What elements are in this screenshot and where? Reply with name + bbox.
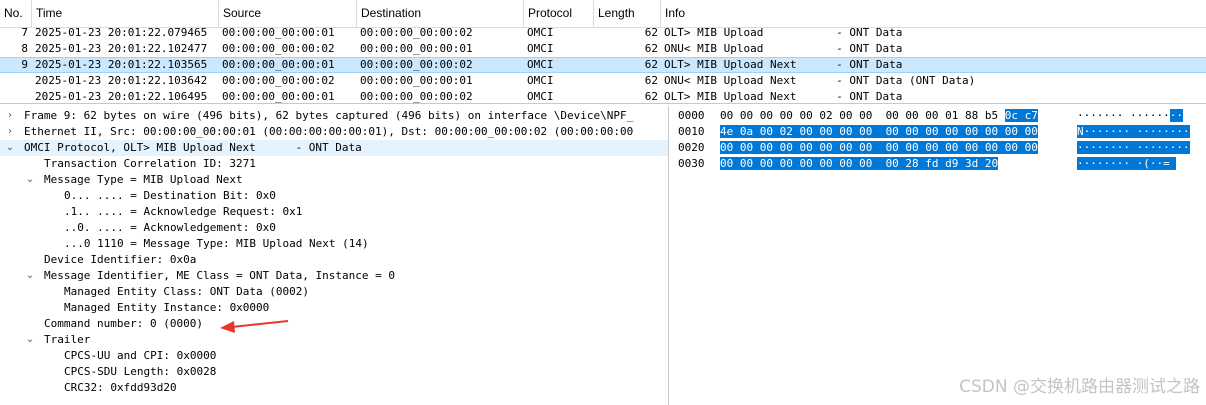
watermark: CSDN @交换机路由器测试之路 [959, 377, 1200, 397]
red-arrow-annotation [220, 320, 289, 333]
